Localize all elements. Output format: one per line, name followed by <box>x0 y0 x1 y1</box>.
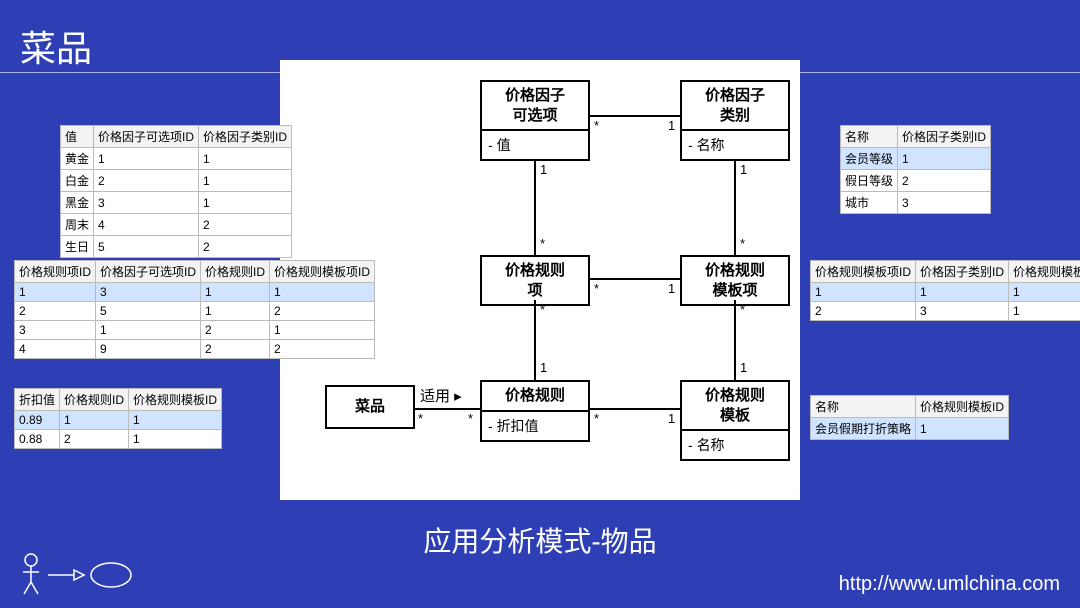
uml-title: 价格因子可选项 <box>482 82 588 131</box>
uml-attr: - 名称 <box>682 431 788 459</box>
actor-usecase-icon <box>16 550 136 600</box>
table-price-factor-category: 名称价格因子类别ID 会员等级1 假日等级2 城市3 <box>840 125 991 214</box>
uml-attr: - 值 <box>482 131 588 159</box>
table-price-factor-options: 值价格因子可选项ID价格因子类别ID 黄金11 白金21 黑金31 周末42 生… <box>60 125 292 258</box>
uml-class-price-rule-template-item: 价格规则模板项 <box>680 255 790 306</box>
mult-one: 1 <box>668 411 675 426</box>
table-price-rule-template: 名称价格规则模板ID 会员假期打折策略1 <box>810 395 1009 440</box>
uml-class-price-rule: 价格规则 - 折扣值 <box>480 380 590 442</box>
mult-many: * <box>540 302 545 317</box>
uml-association-label: 适用 ▸ <box>420 385 462 406</box>
uml-association <box>734 160 736 255</box>
mult-one: 1 <box>668 118 675 133</box>
mult-one: 1 <box>740 162 747 177</box>
table-price-rules: 折扣值价格规则ID价格规则模板ID 0.8911 0.8821 <box>14 388 222 449</box>
uml-class-price-rule-item: 价格规则项 <box>480 255 590 306</box>
uml-title: 价格规则模板项 <box>682 257 788 304</box>
table-price-rule-template-items: 价格规则模板项ID价格因子类别ID价格规则模板ID 111 231 <box>810 260 1080 321</box>
uml-class-price-factor-category: 价格因子类别 - 名称 <box>680 80 790 161</box>
uml-association <box>415 408 480 410</box>
uml-association <box>534 300 536 380</box>
uml-title: 价格规则 <box>482 382 588 412</box>
uml-class-dish: 菜品 <box>325 385 415 429</box>
uml-association <box>590 115 680 117</box>
uml-class-price-rule-template: 价格规则模板 - 名称 <box>680 380 790 461</box>
table-price-rule-items: 价格规则项ID价格因子可选项ID价格规则ID价格规则模板项ID 1311 251… <box>14 260 375 359</box>
uml-association <box>534 160 536 255</box>
mult-many: * <box>594 411 599 426</box>
mult-one: 1 <box>540 360 547 375</box>
uml-title: 价格规则项 <box>482 257 588 304</box>
mult-one: 1 <box>540 162 547 177</box>
mult-many: * <box>594 281 599 296</box>
uml-association <box>590 278 680 280</box>
uml-class-price-factor-option: 价格因子可选项 - 值 <box>480 80 590 161</box>
footer-url: http://www.umlchina.com <box>839 573 1060 596</box>
uml-title: 价格规则模板 <box>682 382 788 431</box>
slide-caption: 应用分析模式-物品 <box>0 520 1080 560</box>
uml-title: 菜品 <box>327 387 413 427</box>
mult-many: * <box>540 236 545 251</box>
uml-attr: - 名称 <box>682 131 788 159</box>
mult-many: * <box>740 236 745 251</box>
uml-association <box>734 300 736 380</box>
uml-association <box>590 408 680 410</box>
mult-one: 1 <box>740 360 747 375</box>
uml-attr: - 折扣值 <box>482 412 588 440</box>
mult-one: 1 <box>668 281 675 296</box>
mult-many: * <box>418 411 423 426</box>
mult-many: * <box>740 302 745 317</box>
uml-title: 价格因子类别 <box>682 82 788 131</box>
page-title: 菜品 <box>20 20 92 72</box>
mult-many: * <box>468 411 473 426</box>
mult-many: * <box>594 118 599 133</box>
